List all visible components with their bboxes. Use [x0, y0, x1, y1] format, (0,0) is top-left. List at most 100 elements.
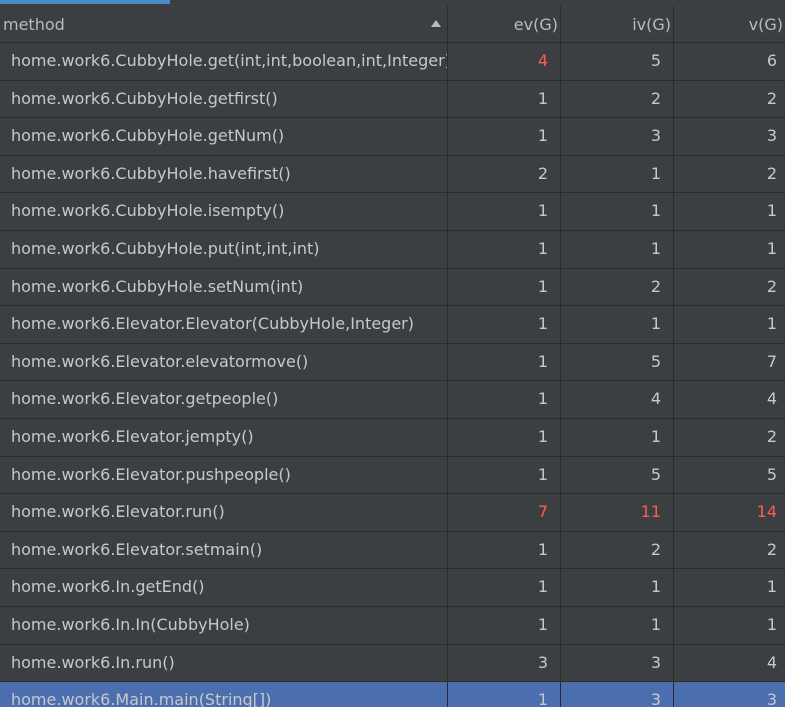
table-row[interactable]: home.work6.CubbyHole.put(int,int,int) 1 1 1	[0, 230, 785, 269]
v-value-cell: 1	[766, 201, 777, 221]
v-value-cell: 2	[766, 276, 777, 296]
ev-value-cell: 1	[448, 268, 561, 306]
table-row[interactable]: home.work6.CubbyHole.isempty() 1 1 1	[0, 193, 785, 231]
column-header-method-label: method	[3, 15, 65, 34]
ev-value-cell: 7	[448, 494, 561, 531]
iv-value-cell: 1	[561, 155, 674, 193]
table-row-selected[interactable]: home.work6.Main.main(String[]) 1 3 3	[0, 682, 785, 707]
active-tab-indicator	[0, 0, 170, 4]
v-value-cell: 1	[766, 577, 777, 597]
iv-value-cell: 5	[561, 456, 674, 494]
v-value-cell: 2	[766, 163, 777, 183]
metrics-panel: method ev(G) iv(G) v(G) home.work6.Cubby…	[0, 0, 785, 707]
table-row[interactable]: home.work6.Elevator.pushpeople() 1 5 5	[0, 456, 785, 495]
table-row[interactable]: home.work6.CubbyHole.setNum(int) 1 2 2	[0, 268, 785, 307]
method-cell: home.work6.Elevator.setmain()	[0, 531, 448, 569]
ev-value-cell: 1	[448, 306, 561, 343]
v-value-cell: 3	[766, 690, 777, 707]
v-value-cell: 2	[766, 426, 777, 446]
method-cell: home.work6.Elevator.getpeople()	[0, 381, 448, 418]
column-header-iv[interactable]: iv(G)	[561, 6, 674, 43]
method-cell: home.work6.Elevator.elevatormove()	[0, 343, 448, 381]
v-value-cell: 2	[766, 88, 777, 108]
column-header-method[interactable]: method	[0, 6, 448, 43]
method-cell: home.work6.CubbyHole.getfirst()	[0, 80, 448, 118]
table-row[interactable]: home.work6.Elevator.setmain() 1 2 2	[0, 531, 785, 570]
ev-value-cell: 1	[448, 343, 561, 381]
v-value-cell: 4	[766, 389, 777, 409]
method-cell: home.work6.CubbyHole.getNum()	[0, 118, 448, 155]
iv-value-cell: 1	[561, 306, 674, 343]
column-header-iv-label: iv(G)	[632, 15, 671, 34]
table-row[interactable]: home.work6.In.In(CubbyHole) 1 1 1	[0, 606, 785, 645]
v-value-cell: 1	[766, 614, 777, 634]
table-row[interactable]: home.work6.Elevator.run() 7 11 14	[0, 494, 785, 532]
table-row[interactable]: home.work6.Elevator.jempty() 1 1 2	[0, 418, 785, 457]
method-cell: home.work6.CubbyHole.put(int,int,int)	[0, 230, 448, 268]
table-body: home.work6.CubbyHole.get(int,int,boolean…	[0, 43, 785, 707]
ev-value-cell: 1	[448, 606, 561, 644]
v-value-cell: 3	[766, 126, 777, 146]
column-header-ev[interactable]: ev(G)	[448, 6, 561, 43]
iv-value-cell: 3	[561, 118, 674, 155]
ev-value-cell: 1	[448, 381, 561, 418]
v-value-cell: 14	[756, 502, 777, 522]
table-row[interactable]: home.work6.CubbyHole.havefirst() 2 1 2	[0, 155, 785, 194]
ev-value-cell: 1	[448, 193, 561, 230]
method-cell: home.work6.CubbyHole.get(int,int,boolean…	[0, 43, 448, 80]
iv-value-cell: 5	[561, 343, 674, 381]
ev-value-cell: 2	[448, 155, 561, 193]
table-row[interactable]: home.work6.Elevator.getpeople() 1 4 4	[0, 381, 785, 419]
ev-value-cell: 1	[448, 682, 561, 707]
iv-value-cell: 5	[561, 43, 674, 80]
v-value-cell: 7	[766, 351, 777, 371]
v-value-cell: 5	[766, 464, 777, 484]
ev-value-cell: 1	[448, 569, 561, 606]
v-value-cell: 1	[766, 238, 777, 258]
table-row[interactable]: home.work6.Elevator.elevatormove() 1 5 7	[0, 343, 785, 382]
v-value-cell: 1	[766, 314, 777, 334]
ev-value-cell: 1	[448, 230, 561, 268]
method-cell: home.work6.Elevator.run()	[0, 494, 448, 531]
sort-ascending-icon	[431, 20, 441, 27]
table-row[interactable]: home.work6.In.getEnd() 1 1 1	[0, 569, 785, 607]
table-row[interactable]: home.work6.In.run() 3 3 4	[0, 644, 785, 683]
method-cell: home.work6.Elevator.Elevator(CubbyHole,I…	[0, 306, 448, 343]
method-cell: home.work6.In.getEnd()	[0, 569, 448, 606]
iv-value-cell: 2	[561, 80, 674, 118]
table-row[interactable]: home.work6.Elevator.Elevator(CubbyHole,I…	[0, 306, 785, 344]
iv-value-cell: 1	[561, 606, 674, 644]
iv-value-cell: 1	[561, 418, 674, 456]
ev-value-cell: 1	[448, 456, 561, 494]
table-row[interactable]: home.work6.CubbyHole.getfirst() 1 2 2	[0, 80, 785, 119]
ev-value-cell: 4	[448, 43, 561, 80]
table-row[interactable]: home.work6.CubbyHole.getNum() 1 3 3	[0, 118, 785, 156]
method-cell: home.work6.CubbyHole.setNum(int)	[0, 268, 448, 306]
v-value-cell: 2	[766, 539, 777, 559]
ev-value-cell: 1	[448, 118, 561, 155]
iv-value-cell: 1	[561, 569, 674, 606]
ev-value-cell: 1	[448, 418, 561, 456]
method-cell: home.work6.In.run()	[0, 644, 448, 682]
column-header-v[interactable]: v(G)	[674, 6, 785, 43]
ev-value-cell: 3	[448, 644, 561, 682]
method-cell: home.work6.In.In(CubbyHole)	[0, 606, 448, 644]
method-cell: home.work6.Elevator.pushpeople()	[0, 456, 448, 494]
method-cell: home.work6.CubbyHole.isempty()	[0, 193, 448, 230]
method-cell: home.work6.CubbyHole.havefirst()	[0, 155, 448, 193]
ev-value-cell: 1	[448, 531, 561, 569]
table-row[interactable]: home.work6.CubbyHole.get(int,int,boolean…	[0, 43, 785, 81]
table-header: method ev(G) iv(G) v(G)	[0, 6, 785, 43]
v-value-cell: 4	[766, 652, 777, 672]
iv-value-cell: 3	[561, 682, 674, 707]
column-header-v-label: v(G)	[748, 15, 783, 34]
method-cell: home.work6.Elevator.jempty()	[0, 418, 448, 456]
iv-value-cell: 11	[561, 494, 674, 531]
iv-value-cell: 3	[561, 644, 674, 682]
metrics-table: method ev(G) iv(G) v(G) home.work6.Cubby…	[0, 6, 785, 707]
iv-value-cell: 2	[561, 268, 674, 306]
ev-value-cell: 1	[448, 80, 561, 118]
method-cell: home.work6.Main.main(String[])	[0, 682, 448, 707]
iv-value-cell: 4	[561, 381, 674, 418]
iv-value-cell: 1	[561, 230, 674, 268]
